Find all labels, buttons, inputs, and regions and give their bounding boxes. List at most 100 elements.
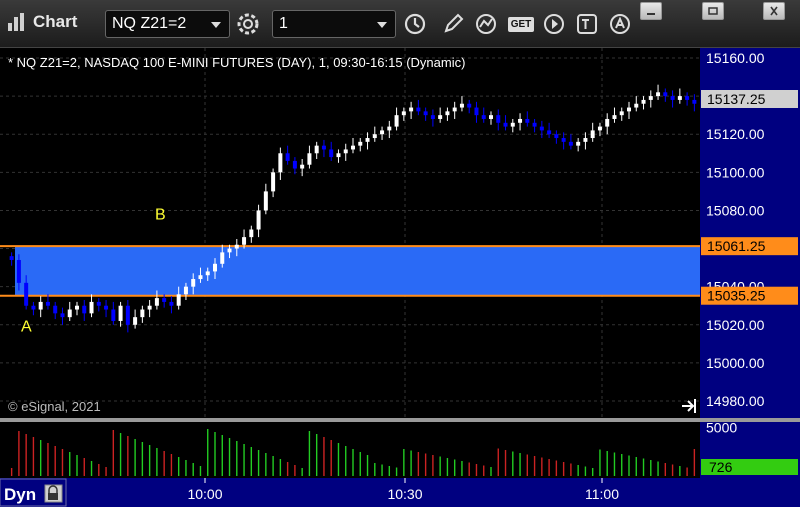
restore-icon <box>708 7 718 15</box>
draw-button[interactable] <box>438 10 468 38</box>
pencil-icon <box>444 13 464 33</box>
candle-body <box>75 305 79 310</box>
pane-separator[interactable] <box>0 418 800 422</box>
candle-body <box>67 309 72 318</box>
candle-body <box>227 248 232 253</box>
annotation-a: A <box>21 318 32 335</box>
candle-body <box>31 305 36 310</box>
candle-body <box>597 126 602 131</box>
candle-body <box>45 301 50 306</box>
candle-body <box>503 122 508 127</box>
candle-body <box>583 138 588 142</box>
candle-body <box>343 149 348 154</box>
time-button[interactable] <box>400 10 430 38</box>
candle-body <box>118 305 123 321</box>
candle-body <box>285 153 290 161</box>
candle-body <box>111 309 116 321</box>
studies-icon <box>476 14 496 34</box>
chart-header: * NQ Z21=2, NASDAQ 100 E-MINI FUTURES (D… <box>8 55 465 70</box>
candle-body <box>234 244 239 249</box>
copyright-text: © eSignal, 2021 <box>8 399 101 414</box>
chevron-down-icon[interactable] <box>377 22 387 28</box>
candle-body <box>452 107 457 112</box>
candle-body <box>409 107 414 112</box>
candle-body <box>176 294 181 306</box>
price-tick-label: 15100.00 <box>706 164 765 180</box>
candle-body <box>278 153 283 173</box>
price-tick-label: 15080.00 <box>706 202 765 218</box>
candle-body <box>133 317 138 325</box>
candle-body <box>510 122 515 127</box>
candle-body <box>125 305 130 325</box>
candle-body <box>561 138 566 142</box>
clock-icon <box>404 13 426 35</box>
candle-body <box>154 298 159 306</box>
alert-button[interactable] <box>605 10 635 38</box>
candle-body <box>656 92 661 97</box>
interval-input[interactable]: 1 <box>272 10 396 38</box>
candle-body <box>634 103 639 108</box>
candle-body <box>242 237 247 245</box>
play-button[interactable] <box>539 10 569 38</box>
candle-body <box>96 301 101 306</box>
candle-body <box>576 141 581 146</box>
candle-body <box>554 134 559 139</box>
candle-body <box>677 96 682 100</box>
price-chart[interactable]: * NQ Z21=2, NASDAQ 100 E-MINI FUTURES (D… <box>0 48 800 507</box>
highlight-zone <box>15 246 700 296</box>
candle-body <box>321 145 326 150</box>
candle-body <box>489 115 493 119</box>
candle-body <box>518 118 523 123</box>
settings-icon <box>237 13 259 35</box>
candle-body <box>198 275 203 280</box>
alert-icon <box>610 14 630 34</box>
price-tick-label: 15160.00 <box>706 50 765 66</box>
candle-body <box>140 309 145 318</box>
close-button[interactable] <box>763 2 785 20</box>
price-tick-label: 15120.00 <box>706 126 765 142</box>
chart-bars-icon <box>8 13 28 31</box>
price-tick-label: 15000.00 <box>706 355 765 371</box>
studies-button[interactable] <box>472 10 502 38</box>
candle-body <box>670 96 675 100</box>
price-tick-label: 15020.00 <box>706 317 765 333</box>
candle-body <box>9 256 14 260</box>
candle-body <box>496 115 501 123</box>
minimize-button[interactable] <box>640 2 662 20</box>
candle-body <box>372 134 377 139</box>
candle-body <box>162 298 167 302</box>
candle-body <box>16 259 21 283</box>
app-title: Chart <box>8 12 77 32</box>
time-tick-label: 10:00 <box>187 486 222 502</box>
candle-body <box>292 160 297 169</box>
candle-body <box>351 145 355 150</box>
candle-body <box>568 141 573 146</box>
candle-body <box>692 99 697 104</box>
candle-body <box>329 149 334 158</box>
volume-axis-label: 5000 <box>706 420 737 436</box>
candle-body <box>24 282 29 306</box>
symbol-input[interactable]: NQ Z21=2 <box>105 10 230 38</box>
candle-body <box>612 115 617 119</box>
candle-body <box>82 305 87 314</box>
candle-body <box>191 279 196 287</box>
candle-body <box>380 130 385 135</box>
chevron-down-icon[interactable] <box>211 22 221 28</box>
settings-button[interactable] <box>233 10 263 38</box>
annotation-b: B <box>155 206 166 223</box>
restore-button[interactable] <box>702 2 724 20</box>
candle-body <box>590 130 595 139</box>
lock-icon[interactable] <box>44 484 63 503</box>
candle-body <box>685 96 690 100</box>
get-data-icon: GET <box>507 16 535 32</box>
candle-body <box>213 263 217 272</box>
candle-body <box>467 103 472 108</box>
candle-body <box>641 99 646 104</box>
candle-body <box>401 111 406 116</box>
candle-body <box>394 115 399 127</box>
candle-body <box>627 107 631 112</box>
get-data-button[interactable]: GET <box>506 10 536 38</box>
text-tool-button[interactable] <box>572 10 602 38</box>
level-label-top: 15061.25 <box>707 238 766 254</box>
time-tick-label: 10:30 <box>387 486 422 502</box>
